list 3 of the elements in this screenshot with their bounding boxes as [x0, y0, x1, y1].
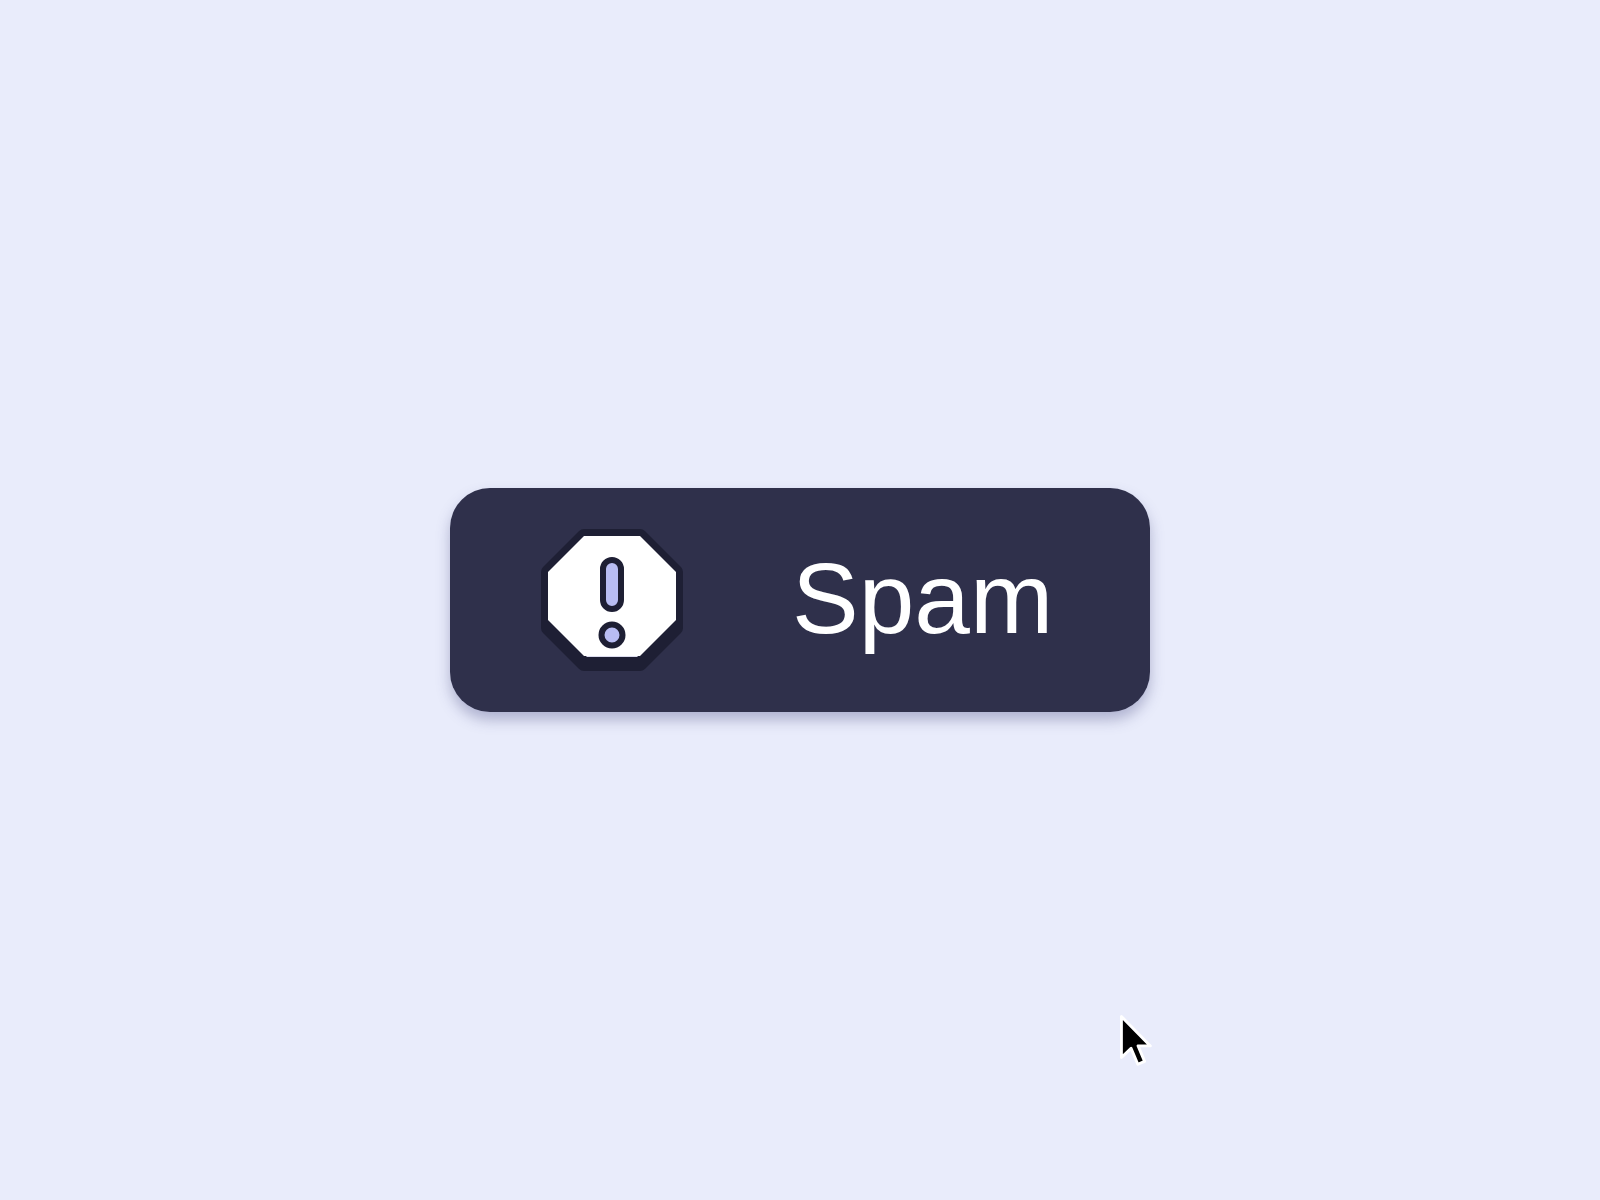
spam-button[interactable]: Spam — [450, 488, 1150, 712]
warning-octagon-icon — [540, 528, 684, 672]
mouse-pointer-icon — [1119, 1014, 1154, 1066]
